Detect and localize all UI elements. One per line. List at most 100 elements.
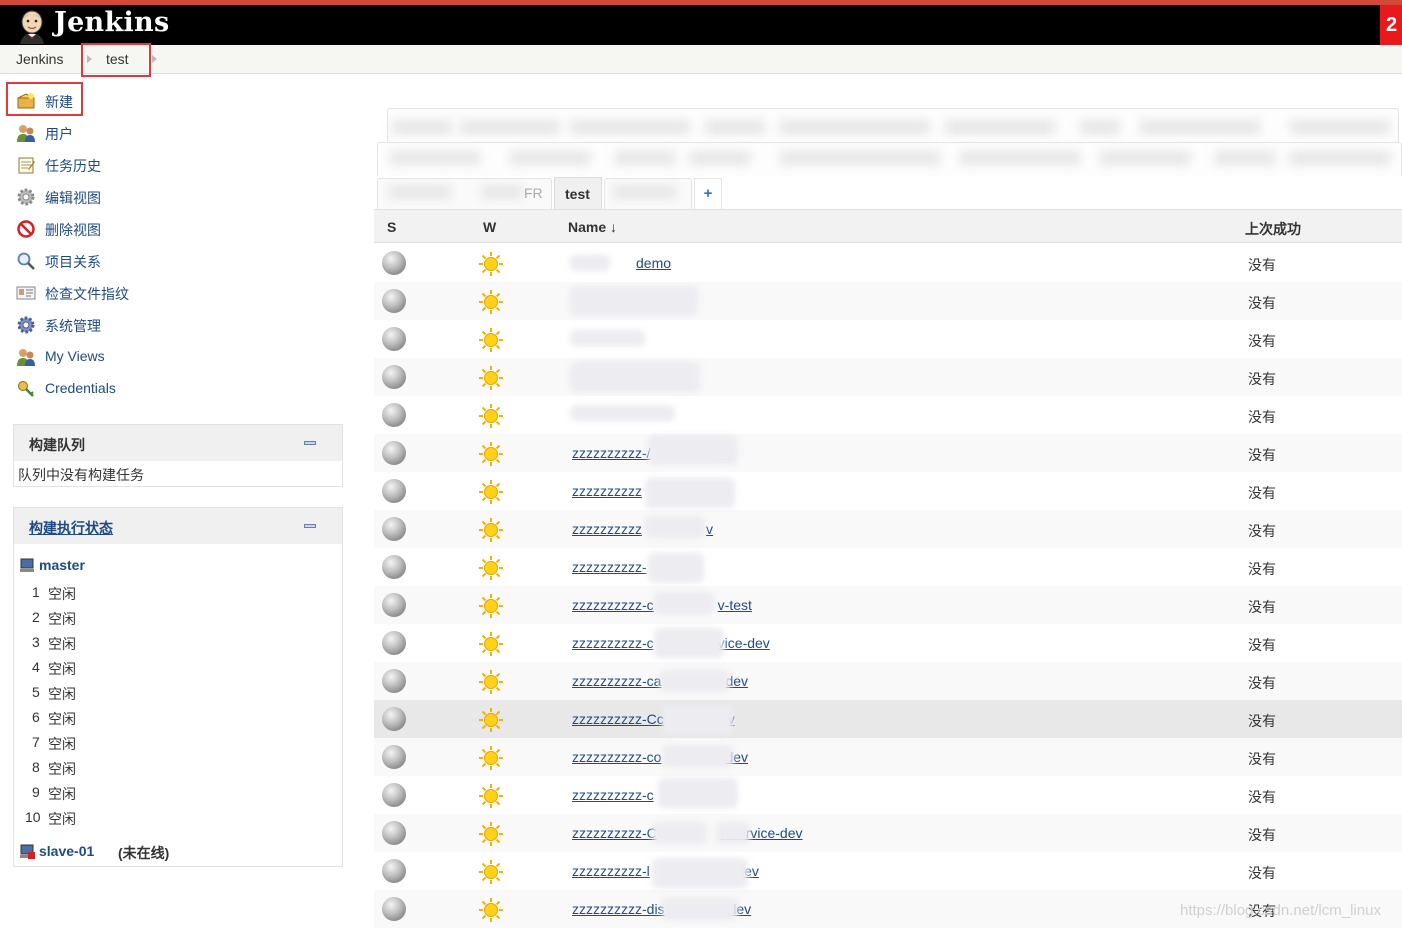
executors-title-link[interactable]: 构建执行状态 [29, 518, 113, 538]
task-label: My Views [45, 348, 105, 364]
task-label: 任务历史 [45, 158, 101, 174]
key-icon [18, 381, 34, 397]
privacy-mask [648, 553, 704, 583]
status-ball-icon[interactable] [382, 593, 406, 617]
status-ball-icon[interactable] [382, 631, 406, 655]
status-ball-icon[interactable] [382, 403, 406, 427]
obscured-tab[interactable] [1290, 151, 1390, 165]
status-ball-icon[interactable] [382, 365, 406, 389]
obscured-tab[interactable] [614, 185, 676, 199]
add-view-tab[interactable]: + [694, 178, 722, 209]
obscured-tab[interactable] [1290, 120, 1390, 134]
weather-sunny-icon[interactable] [478, 441, 504, 467]
executor-number: 1 [32, 584, 40, 600]
status-ball-icon[interactable] [382, 327, 406, 351]
executor-state: 空闲 [48, 761, 76, 777]
obscured-tab[interactable] [1080, 120, 1120, 134]
privacy-mask [570, 330, 645, 346]
privacy-mask [652, 858, 748, 888]
weather-sunny-icon[interactable] [478, 745, 504, 771]
status-ball-icon[interactable] [382, 251, 406, 275]
last-success-value: 没有 [1248, 447, 1276, 463]
collapse-icon[interactable] [304, 441, 316, 445]
obscured-tab[interactable] [705, 120, 765, 134]
breadcrumb: Jenkins test [0, 45, 1402, 74]
slave-node-link[interactable]: slave-01 [39, 843, 94, 859]
master-node-link[interactable]: master [39, 557, 85, 573]
weather-sunny-icon[interactable] [478, 479, 504, 505]
status-ball-icon[interactable] [382, 897, 406, 921]
status-ball-icon[interactable] [382, 821, 406, 845]
obscured-tab[interactable] [780, 120, 930, 134]
obscured-tab[interactable] [510, 151, 590, 165]
weather-sunny-icon[interactable] [478, 859, 504, 885]
jenkins-butler-logo[interactable] [14, 8, 50, 44]
gear-icon [17, 188, 35, 206]
weather-sunny-icon[interactable] [478, 365, 504, 391]
weather-sunny-icon[interactable] [478, 327, 504, 353]
status-ball-icon[interactable] [382, 289, 406, 313]
obscured-tab[interactable] [390, 151, 480, 165]
obscured-tab[interactable] [460, 120, 560, 134]
tab-partial-label[interactable]: FR [524, 185, 543, 201]
obscured-tab[interactable] [482, 185, 522, 199]
status-ball-icon[interactable] [382, 517, 406, 541]
column-status[interactable]: S [387, 219, 396, 235]
obscured-tab[interactable] [615, 151, 675, 165]
notification-badge[interactable]: 2 [1380, 5, 1402, 45]
obscured-tab[interactable] [1100, 151, 1190, 165]
privacy-mask [648, 435, 738, 465]
weather-sunny-icon[interactable] [478, 251, 504, 277]
table-row: zzzzzzzzzz v 没有 [374, 510, 1402, 548]
breadcrumb-jenkins[interactable]: Jenkins [16, 51, 63, 67]
obscured-tab[interactable] [690, 151, 750, 165]
table-row: zzzzzzzzzz-co dev 没有 [374, 738, 1402, 776]
obscured-tab[interactable] [1215, 151, 1275, 165]
computer-icon [20, 558, 34, 572]
weather-sunny-icon[interactable] [478, 707, 504, 733]
weather-sunny-icon[interactable] [478, 669, 504, 695]
weather-sunny-icon[interactable] [478, 555, 504, 581]
collapse-icon[interactable] [304, 524, 316, 528]
status-ball-icon[interactable] [382, 441, 406, 465]
weather-sunny-icon[interactable] [478, 783, 504, 809]
weather-sunny-icon[interactable] [478, 897, 504, 923]
weather-sunny-icon[interactable] [478, 631, 504, 657]
obscured-tab[interactable] [570, 120, 690, 134]
obscured-tab[interactable] [390, 185, 450, 199]
weather-sunny-icon[interactable] [478, 403, 504, 429]
privacy-mask [570, 255, 610, 271]
weather-sunny-icon[interactable] [478, 821, 504, 847]
obscured-tab[interactable] [392, 120, 452, 134]
column-last-success[interactable]: 上次成功 [1245, 219, 1301, 239]
status-ball-icon[interactable] [382, 669, 406, 693]
status-ball-icon[interactable] [382, 745, 406, 769]
column-weather[interactable]: W [483, 219, 496, 235]
status-ball-icon[interactable] [382, 555, 406, 579]
last-success-value: 没有 [1248, 333, 1276, 349]
status-ball-icon[interactable] [382, 783, 406, 807]
executor-state: 空闲 [48, 611, 76, 627]
privacy-mask [645, 516, 705, 538]
obscured-tab[interactable] [945, 120, 1055, 134]
privacy-mask [570, 362, 700, 392]
table-row: zzzzzzzzzz-/ev没有 [374, 434, 1402, 472]
executor-state: 空闲 [48, 736, 76, 752]
tab-test-active[interactable]: test [554, 177, 602, 210]
task-label: 系统管理 [45, 318, 101, 334]
status-ball-icon[interactable] [382, 707, 406, 731]
status-ball-icon[interactable] [382, 479, 406, 503]
weather-sunny-icon[interactable] [478, 289, 504, 315]
obscured-tab[interactable] [960, 151, 1080, 165]
slave-offline-status: (未在线) [118, 845, 170, 861]
job-name-visible-start: zzzzzzzzzz-c [572, 635, 654, 651]
chevron-right-icon[interactable] [152, 55, 157, 63]
task-label: 项目关系 [45, 254, 101, 270]
status-ball-icon[interactable] [382, 859, 406, 883]
weather-sunny-icon[interactable] [478, 517, 504, 543]
weather-sunny-icon[interactable] [478, 593, 504, 619]
obscured-tab[interactable] [780, 151, 940, 165]
brand-name[interactable]: Jenkins [54, 7, 169, 38]
obscured-tab[interactable] [1140, 120, 1260, 134]
column-name[interactable]: Name ↓ [568, 219, 617, 235]
